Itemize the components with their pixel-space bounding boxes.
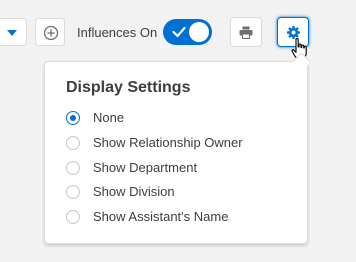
popover-title: Display Settings: [66, 79, 191, 96]
option-label: Show Assistant's Name: [93, 209, 229, 224]
radio-show-assistants-name[interactable]: [66, 210, 80, 224]
influences-toggle-label: Influences On: [77, 25, 158, 40]
radio-none[interactable]: [66, 111, 80, 125]
check-icon: [172, 26, 186, 38]
dropdown-button[interactable]: [0, 18, 27, 46]
add-circle-icon: [43, 25, 59, 41]
radio-show-division[interactable]: [66, 185, 80, 199]
option-label: Show Relationship Owner: [93, 135, 243, 150]
radio-show-department[interactable]: [66, 161, 80, 175]
chevron-down-icon: [7, 30, 17, 36]
print-button[interactable]: [230, 17, 262, 47]
radio-show-relationship-owner[interactable]: [66, 136, 80, 150]
option-label: Show Division: [93, 184, 175, 199]
option-label: Show Department: [93, 160, 198, 175]
print-icon: [239, 26, 253, 39]
add-button[interactable]: [35, 18, 65, 46]
option-label: None: [93, 110, 125, 125]
toolbar: Influences On: [0, 0, 356, 60]
influences-toggle[interactable]: [163, 19, 212, 45]
toggle-knob: [189, 22, 209, 42]
display-settings-popover: Display Settings None Show Relationship …: [44, 52, 311, 244]
